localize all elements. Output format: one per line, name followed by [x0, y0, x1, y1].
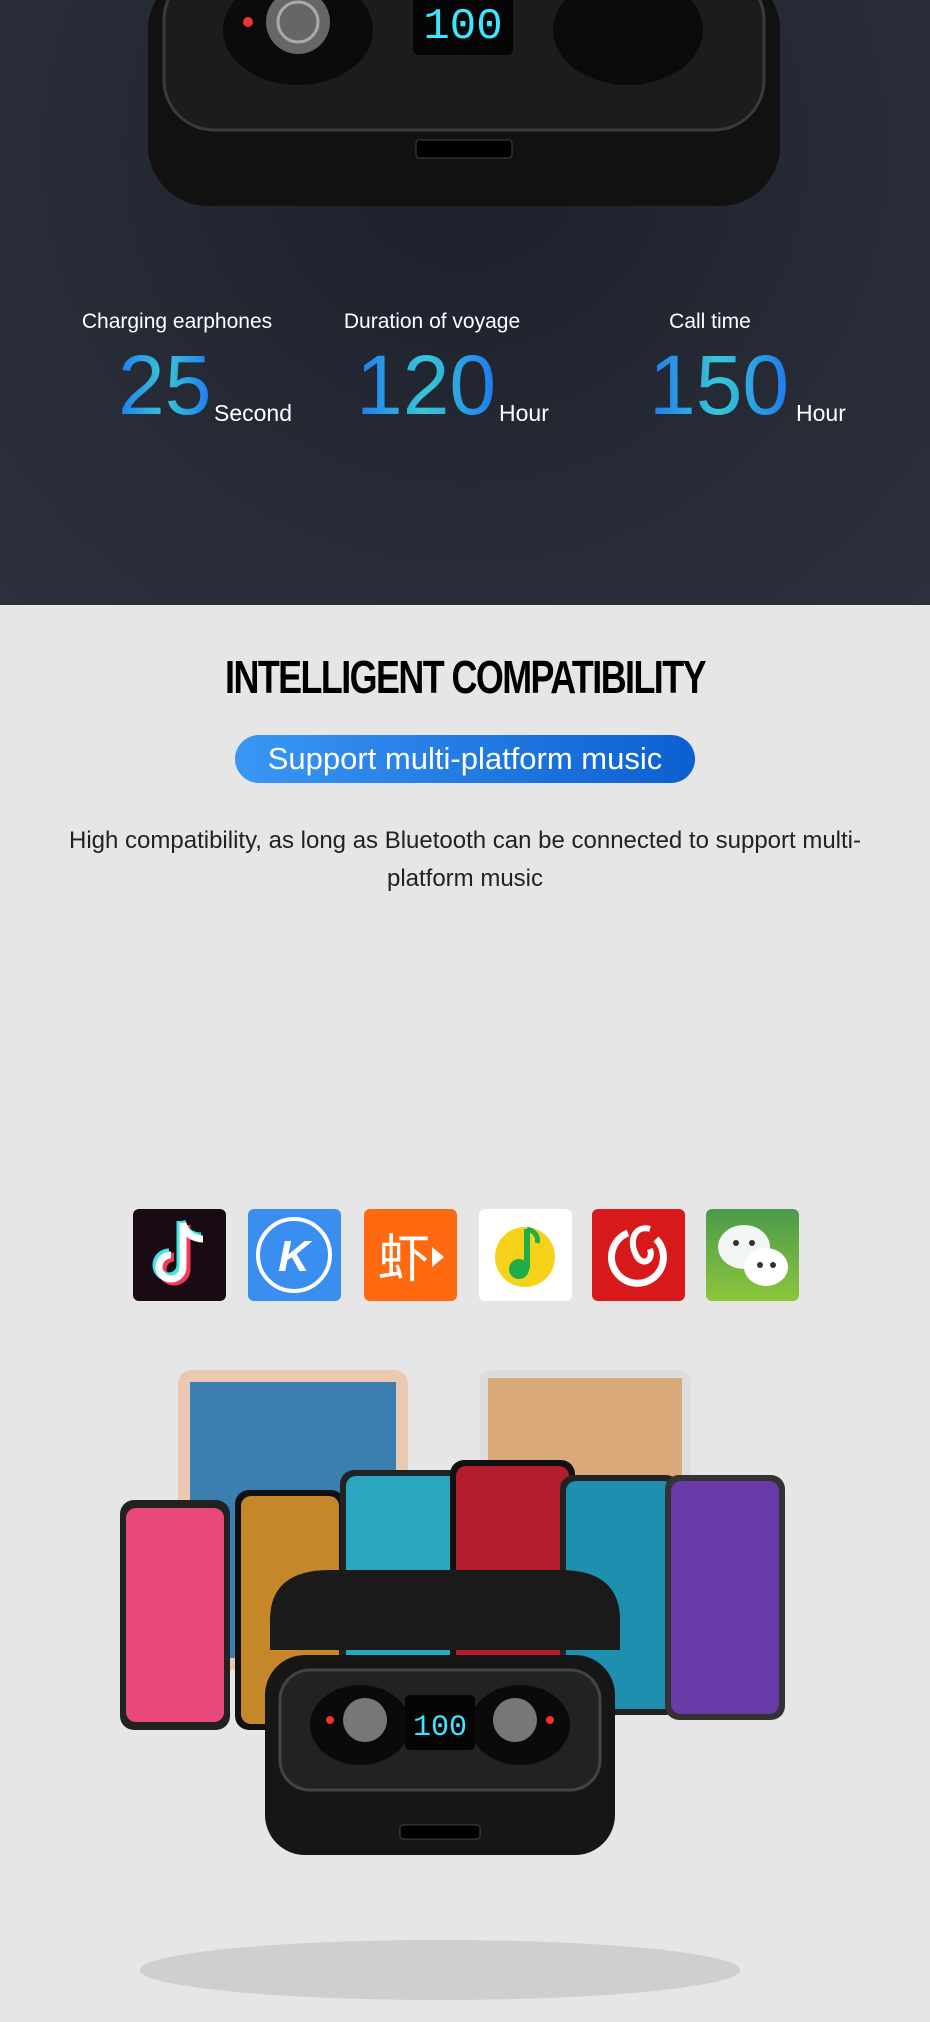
stat-label-charging: Charging earphones — [81, 310, 273, 333]
wechat-icon — [706, 1209, 799, 1301]
stat-value-charging: 25 — [118, 338, 212, 432]
kugou-icon: K — [248, 1209, 341, 1301]
tiktok-icon — [133, 1209, 226, 1301]
case-display: 100 — [423, 2, 502, 52]
qq-music-icon — [479, 1209, 572, 1301]
svg-text:虾: 虾 — [378, 1230, 430, 1290]
section-title: INTELLIGENT COMPATIBILITY — [225, 651, 706, 703]
stat-unit-duration: Hour — [499, 400, 549, 426]
section-badge: Support multi-platform music — [235, 735, 695, 783]
xiami-icon: 虾 — [364, 1209, 457, 1301]
stat-label-duration: Duration of voyage — [343, 310, 521, 333]
stat-unit-charging: Second — [214, 400, 293, 426]
devices-with-earbuds-image: 100 — [120, 1370, 785, 2000]
battery-stats-section: 100 Charging earphones Duration of voyag… — [0, 0, 930, 605]
stat-unit-call: Hour — [796, 400, 846, 426]
stat-label-call: Call time — [669, 310, 751, 333]
svg-text:K: K — [278, 1232, 313, 1281]
stat-value-duration: 120 — [356, 338, 497, 432]
case-display-bottom: 100 — [413, 1711, 467, 1745]
section-description: High compatibility, as long as Bluetooth… — [69, 827, 861, 892]
earbuds-case-image: 100 — [148, 0, 780, 206]
netease-music-icon — [592, 1209, 685, 1301]
stat-value-call: 150 — [649, 338, 790, 432]
